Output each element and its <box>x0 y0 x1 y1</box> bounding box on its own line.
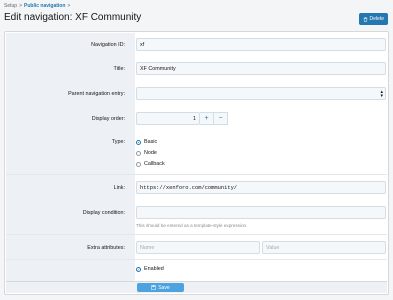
breadcrumb: Setup > Public navigation > <box>4 3 70 9</box>
radio-selected-icon <box>136 139 141 145</box>
radio-icon <box>136 150 141 156</box>
enabled-checkbox[interactable]: ✓ Enabled <box>136 266 164 272</box>
form-panel: Navigation ID: xf Title: XF Community Pa… <box>4 31 389 295</box>
check-icon: ✓ <box>136 266 141 272</box>
navigation-id-value: xf <box>140 41 145 48</box>
display-condition-hint: This should be entered as a template-sty… <box>136 223 248 228</box>
display-condition-label: Display condition: <box>82 210 125 216</box>
link-label: Link: <box>113 185 125 191</box>
radio-icon <box>136 161 141 167</box>
link-input[interactable]: https://xenforo.com/community/ <box>136 181 386 194</box>
select-arrows-icon: ▴ ▾ <box>380 89 383 99</box>
save-label: Save <box>158 284 170 291</box>
display-condition-input[interactable] <box>136 206 386 219</box>
breadcrumb-root[interactable]: Setup <box>4 3 17 9</box>
type-label: Type: <box>111 139 125 145</box>
enabled-label: Enabled <box>144 266 164 272</box>
parent-entry-select[interactable]: ▴ ▾ <box>136 87 386 100</box>
display-order-input[interactable]: 1 <box>136 112 200 125</box>
delete-button[interactable]: Delete <box>358 13 388 25</box>
decrement-button[interactable]: − <box>214 112 228 125</box>
form-footer: Save <box>6 281 387 293</box>
breadcrumb-separator: > <box>67 3 71 9</box>
title-label: Title: <box>113 66 125 72</box>
trash-icon <box>363 16 367 22</box>
parent-entry-label: Parent navigation entry: <box>68 91 125 97</box>
type-option-label: Node <box>144 150 157 156</box>
navigation-id-label: Navigation ID: <box>91 42 125 48</box>
attribute-value-input[interactable]: Value <box>262 241 386 254</box>
type-radio-callback[interactable]: Callback <box>136 161 165 167</box>
type-radio-node[interactable]: Node <box>136 150 157 156</box>
display-order-label: Display order: <box>91 116 125 122</box>
type-option-label: Basic <box>144 139 158 145</box>
extra-attributes-label: Extra attributes: <box>87 245 125 251</box>
breadcrumb-separator: > <box>19 3 22 9</box>
plus-icon: + <box>204 115 209 122</box>
save-icon <box>151 285 157 290</box>
link-value: https://xenforo.com/community/ <box>140 184 238 191</box>
breadcrumb-current[interactable]: Public navigation <box>24 3 65 9</box>
save-button[interactable]: Save <box>137 283 184 292</box>
attribute-name-input[interactable]: Name <box>136 241 260 254</box>
increment-button[interactable]: + <box>200 112 214 125</box>
display-order-value: 1 <box>193 115 196 122</box>
title-value: XF Community <box>140 65 176 72</box>
type-radio-basic[interactable]: Basic <box>136 139 157 145</box>
page-title: Edit navigation: XF Community <box>4 12 142 23</box>
delete-label: Delete <box>369 16 384 22</box>
divider <box>6 259 387 260</box>
navigation-id-input[interactable]: xf <box>136 38 386 51</box>
minus-icon: − <box>218 115 223 122</box>
divider <box>6 174 387 175</box>
title-input[interactable]: XF Community <box>136 62 386 75</box>
attribute-value-placeholder: Value <box>266 244 280 251</box>
attribute-name-placeholder: Name <box>140 244 155 251</box>
divider <box>6 234 387 235</box>
type-option-label: Callback <box>144 161 165 167</box>
